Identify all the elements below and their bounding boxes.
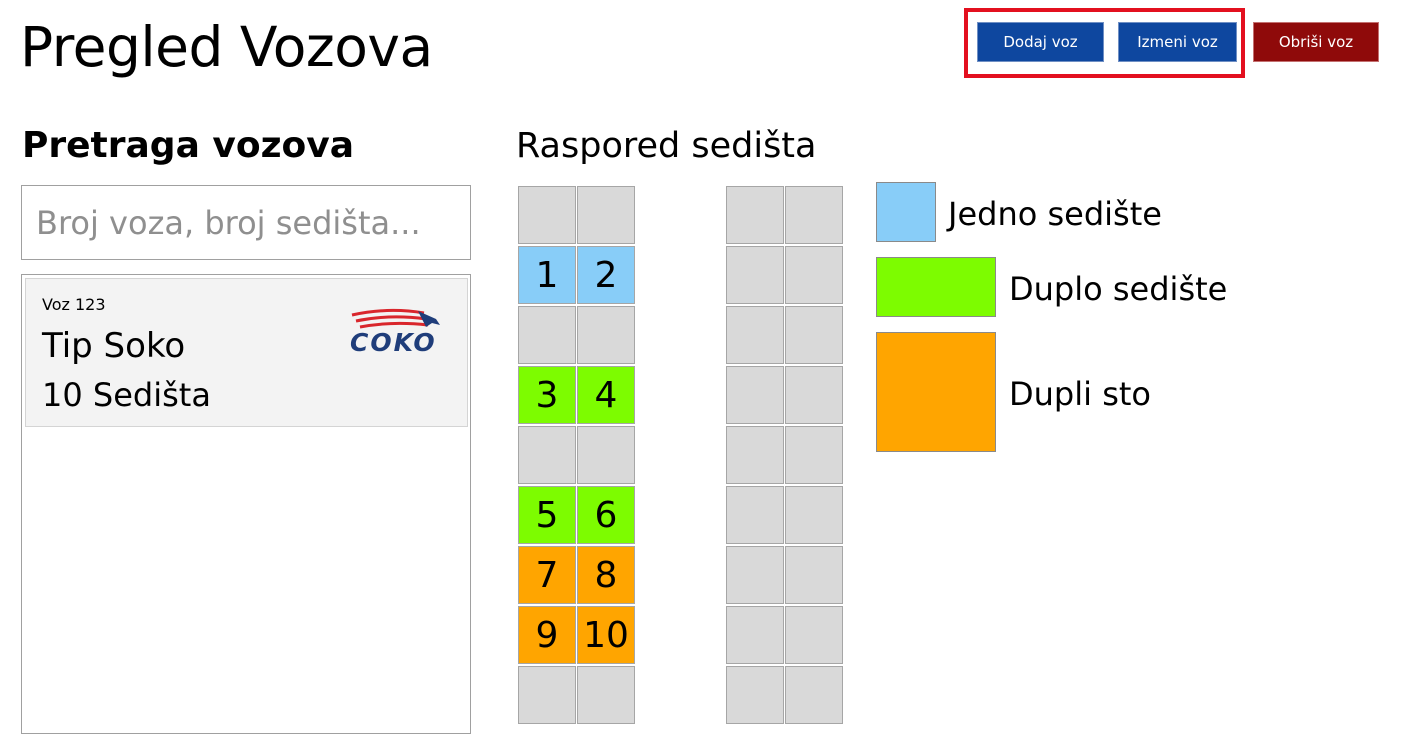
seat-empty[interactable] bbox=[518, 186, 576, 244]
legend-swatch-double bbox=[876, 257, 996, 317]
seat-empty[interactable] bbox=[785, 426, 843, 484]
delete-train-button[interactable]: Obriši voz bbox=[1253, 22, 1379, 62]
seat-empty[interactable] bbox=[518, 306, 576, 364]
seat-empty[interactable] bbox=[785, 306, 843, 364]
search-heading: Pretraga vozova bbox=[22, 125, 355, 166]
train-number: Voz 123 bbox=[42, 295, 106, 314]
seat-empty[interactable] bbox=[518, 426, 576, 484]
train-list-item[interactable]: Voz 123 Tip Soko 10 Sedišta COKO bbox=[25, 278, 468, 427]
seat-empty[interactable] bbox=[726, 366, 784, 424]
seat-empty[interactable] bbox=[726, 606, 784, 664]
seat-8[interactable]: 8 bbox=[577, 546, 635, 604]
legend-swatch-table bbox=[876, 332, 996, 452]
seat-empty[interactable] bbox=[577, 186, 635, 244]
seat-6[interactable]: 6 bbox=[577, 486, 635, 544]
seat-empty[interactable] bbox=[577, 666, 635, 724]
seat-empty[interactable] bbox=[726, 486, 784, 544]
seat-empty[interactable] bbox=[785, 546, 843, 604]
train-seat-count: 10 Sedišta bbox=[42, 376, 211, 414]
add-train-button[interactable]: Dodaj voz bbox=[977, 22, 1104, 62]
seat-empty[interactable] bbox=[726, 186, 784, 244]
page-title: Pregled Vozova bbox=[20, 15, 433, 79]
train-list: Voz 123 Tip Soko 10 Sedišta COKO bbox=[21, 274, 471, 734]
seat-2[interactable]: 2 bbox=[577, 246, 635, 304]
seat-10[interactable]: 10 bbox=[577, 606, 635, 664]
seat-4[interactable]: 4 bbox=[577, 366, 635, 424]
seat-empty[interactable] bbox=[785, 366, 843, 424]
edit-train-button[interactable]: Izmeni voz bbox=[1118, 22, 1237, 62]
seat-empty[interactable] bbox=[577, 426, 635, 484]
seat-7[interactable]: 7 bbox=[518, 546, 576, 604]
seat-empty[interactable] bbox=[785, 186, 843, 244]
svg-text:COKO: COKO bbox=[350, 328, 437, 355]
seat-empty[interactable] bbox=[726, 666, 784, 724]
seat-empty[interactable] bbox=[726, 246, 784, 304]
train-type: Tip Soko bbox=[42, 326, 186, 366]
legend-label-double: Duplo sedište bbox=[1009, 270, 1228, 308]
legend-label-single: Jedno sedište bbox=[948, 195, 1162, 233]
seat-empty[interactable] bbox=[726, 306, 784, 364]
seat-layout-heading: Raspored sedišta bbox=[516, 126, 817, 166]
search-input[interactable] bbox=[21, 185, 471, 260]
legend-swatch-single bbox=[876, 182, 936, 242]
seat-9[interactable]: 9 bbox=[518, 606, 576, 664]
seat-empty[interactable] bbox=[785, 606, 843, 664]
seat-empty[interactable] bbox=[726, 546, 784, 604]
seat-empty[interactable] bbox=[726, 426, 784, 484]
seat-1[interactable]: 1 bbox=[518, 246, 576, 304]
seat-empty[interactable] bbox=[785, 666, 843, 724]
legend-label-table: Dupli sto bbox=[1009, 375, 1151, 413]
seat-empty[interactable] bbox=[785, 486, 843, 544]
seat-3[interactable]: 3 bbox=[518, 366, 576, 424]
seat-empty[interactable] bbox=[518, 666, 576, 724]
soko-logo: COKO bbox=[350, 308, 440, 355]
seat-empty[interactable] bbox=[577, 306, 635, 364]
seat-5[interactable]: 5 bbox=[518, 486, 576, 544]
seat-empty[interactable] bbox=[785, 246, 843, 304]
